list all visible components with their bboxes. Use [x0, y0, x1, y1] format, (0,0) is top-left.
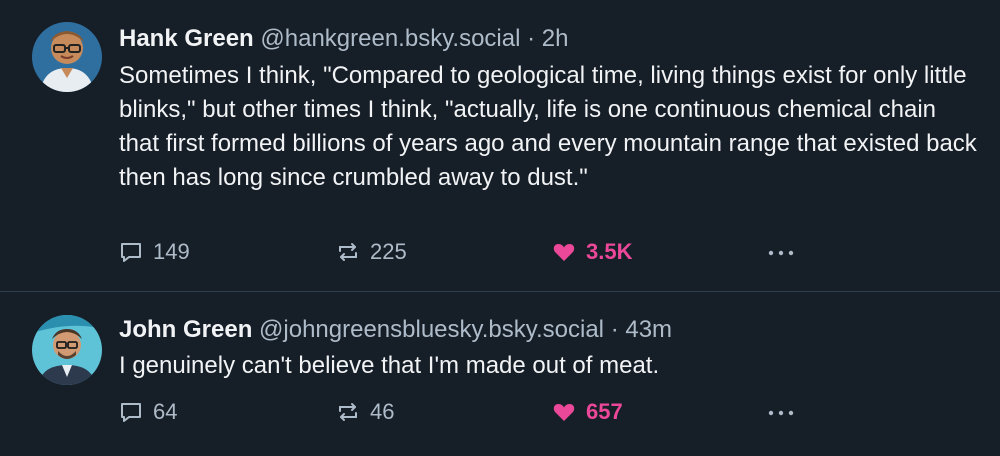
repost-button[interactable]: 225	[335, 235, 407, 269]
post-hank-green[interactable]: Hank Green @hankgreen.bsky.social · 2h S…	[0, 0, 1000, 292]
post-header: Hank Green @hankgreen.bsky.social · 2h	[119, 24, 569, 54]
like-button[interactable]: 657	[551, 395, 623, 429]
repost-arrows-icon	[339, 243, 357, 261]
reply-button[interactable]: 64	[118, 395, 177, 429]
author-name[interactable]: John Green	[119, 316, 252, 343]
like-count: 657	[586, 399, 623, 424]
ellipsis-icon	[768, 250, 794, 256]
ellipsis-icon	[768, 410, 794, 416]
post-text: I genuinely can't believe that I'm made …	[119, 352, 660, 379]
heart-filled-icon	[553, 244, 575, 261]
post-time[interactable]: 43m	[625, 316, 672, 343]
repost-count: 225	[370, 239, 407, 264]
post-actions: 149 225 3.5K	[0, 235, 1000, 269]
author-name[interactable]: Hank Green	[119, 25, 254, 52]
more-options-button[interactable]	[765, 235, 797, 269]
repost-button[interactable]: 46	[335, 395, 394, 429]
avatar[interactable]	[32, 315, 102, 385]
like-button[interactable]: 3.5K	[551, 235, 632, 269]
heart-filled-icon	[553, 404, 575, 421]
speech-bubble-icon	[121, 403, 141, 422]
post-actions: 64 46 657	[0, 395, 1000, 429]
avatar[interactable]	[32, 22, 102, 92]
author-handle[interactable]: @johngreensbluesky.bsky.social	[259, 316, 604, 343]
speech-bubble-icon	[121, 243, 141, 262]
repost-arrows-icon	[339, 403, 357, 421]
separator-dot: ·	[610, 316, 619, 343]
more-options-button[interactable]	[765, 395, 797, 429]
avatar-john-green-image	[32, 315, 102, 385]
post-time[interactable]: 2h	[542, 25, 569, 52]
feed: Hank Green @hankgreen.bsky.social · 2h S…	[0, 0, 1000, 456]
author-handle[interactable]: @hankgreen.bsky.social	[260, 25, 520, 52]
reply-count: 149	[153, 239, 190, 264]
reply-button[interactable]: 149	[118, 235, 190, 269]
like-count: 3.5K	[586, 239, 633, 264]
post-john-green[interactable]: John Green @johngreensbluesky.bsky.socia…	[0, 292, 1000, 456]
repost-count: 46	[370, 399, 395, 424]
post-text: Sometimes I think, "Compared to geologic…	[119, 62, 977, 191]
separator-dot: ·	[527, 25, 536, 52]
reply-count: 64	[153, 399, 178, 424]
avatar-hank-green-image	[32, 22, 102, 92]
post-header: John Green @johngreensbluesky.bsky.socia…	[119, 315, 672, 345]
